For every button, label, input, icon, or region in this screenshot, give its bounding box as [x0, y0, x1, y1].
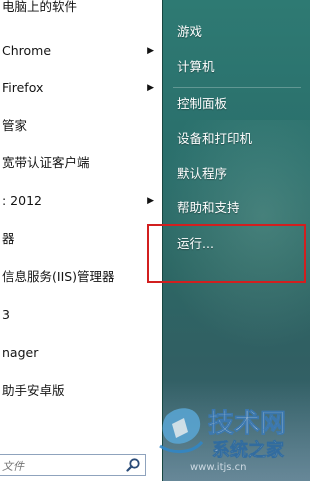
highlight-box: [147, 224, 306, 283]
svg-text:www.itjs.cn: www.itjs.cn: [190, 462, 247, 473]
program-item-label: 管家: [2, 118, 28, 133]
submenu-arrow-icon: ▶: [147, 46, 154, 56]
search-box[interactable]: [0, 454, 146, 476]
search-icon[interactable]: [125, 457, 141, 473]
default-programs-link[interactable]: 默认程序: [177, 162, 227, 186]
games-link[interactable]: 游戏: [177, 20, 202, 44]
watermark-logo: 技术网 系统之家 www.itjs.cn: [159, 408, 286, 473]
program-item[interactable]: 3: [0, 300, 162, 330]
program-item[interactable]: 助手安卓版: [0, 376, 162, 406]
help-and-support-link[interactable]: 帮助和支持: [177, 196, 240, 220]
separator: [173, 87, 301, 88]
program-item[interactable]: nager: [0, 338, 162, 368]
search-input[interactable]: [0, 456, 124, 476]
submenu-arrow-icon: ▶: [147, 196, 154, 206]
program-item-label: 器: [2, 231, 15, 246]
program-item-label: 宽带认证客户端: [2, 155, 90, 170]
program-item[interactable]: 管家: [0, 111, 162, 141]
program-item-label: 信息服务(IIS)管理器: [2, 269, 115, 284]
program-item[interactable]: 电脑上的软件: [0, 0, 162, 22]
control-panel-link[interactable]: 控制面板: [177, 92, 227, 116]
program-item-label: 电脑上的软件: [2, 0, 78, 14]
program-item-label: 助手安卓版: [2, 383, 65, 398]
submenu-arrow-icon: ▶: [147, 83, 154, 93]
programs-list-pane: 电脑上的软件 Chrome ▶ Firefox ▶ 管家 宽带认证客户端 : 2…: [0, 0, 162, 481]
devices-and-printers-link[interactable]: 设备和打印机: [177, 127, 252, 151]
program-item-label: nager: [2, 345, 39, 360]
computer-link[interactable]: 计算机: [177, 55, 215, 79]
program-item-firefox[interactable]: Firefox ▶: [0, 73, 162, 103]
svg-text:技术网: 技术网: [208, 409, 286, 439]
program-item[interactable]: 器: [0, 224, 162, 254]
program-item-chrome[interactable]: Chrome ▶: [0, 36, 162, 66]
program-item-iis[interactable]: 信息服务(IIS)管理器: [0, 262, 162, 292]
program-item-label: Chrome: [2, 43, 52, 58]
program-item-label: 3: [2, 307, 10, 322]
svg-text:系统之家: 系统之家: [212, 439, 285, 461]
program-item[interactable]: : 2012 ▶: [0, 186, 162, 216]
program-item[interactable]: 宽带认证客户端: [0, 148, 162, 178]
program-item-label: : 2012: [2, 193, 42, 208]
program-item-label: Firefox: [2, 80, 44, 95]
